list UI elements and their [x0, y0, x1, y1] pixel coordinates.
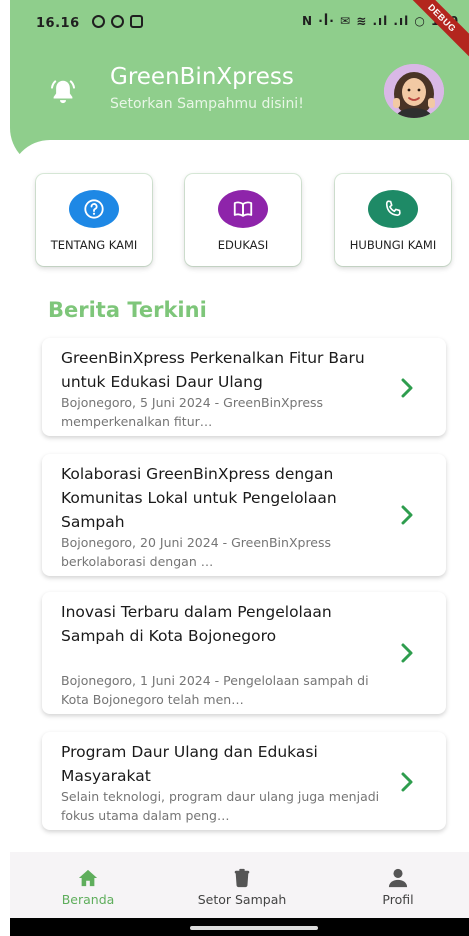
system-gesture-bar [10, 918, 469, 936]
menu-icon-bg [218, 190, 268, 228]
menu-label: EDUKASI [217, 238, 269, 252]
menu-label: TENTANG KAMI [50, 238, 138, 252]
nav-item-profil[interactable]: Profil [338, 868, 458, 907]
nav-item-setor-sampah[interactable]: Setor Sampah [182, 868, 302, 907]
news-card[interactable]: Inovasi Terbaru dalam Pengelolaan Sampah… [42, 592, 446, 714]
news-title: Program Daur Ulang dan Edukasi Masyaraka… [61, 743, 318, 785]
news-title: GreenBinXpress Perkenalkan Fitur Baru un… [61, 349, 365, 391]
section-title: Berita Terkini [48, 298, 207, 322]
app-subtitle: Setorkan Sampahmu disini! [110, 96, 304, 112]
menu-hubungi-kami[interactable]: HUBUNGI KAMI [335, 174, 451, 266]
news-card[interactable]: Program Daur Ulang dan Edukasi Masyaraka… [42, 732, 446, 830]
menu-tentang-kami[interactable]: TENTANG KAMI [36, 174, 152, 266]
avatar-image [384, 64, 444, 118]
menu-label: HUBUNGI KAMI [349, 238, 437, 252]
trash-icon [234, 868, 250, 888]
question-icon [84, 199, 104, 219]
nav-label: Profil [382, 892, 414, 907]
person-icon [388, 868, 408, 888]
home-icon [78, 869, 98, 887]
avatar[interactable] [384, 64, 444, 118]
home-gesture-handle[interactable] [190, 926, 318, 930]
news-card[interactable]: Kolaborasi GreenBinXpress dengan Komunit… [42, 454, 446, 576]
news-snippet: Selain teknologi, program daur ulang jug… [61, 789, 380, 823]
bottom-navigation: Beranda Setor Sampah Profil [10, 852, 469, 918]
news-card[interactable]: GreenBinXpress Perkenalkan Fitur Baru un… [42, 338, 446, 436]
chevron-right-icon [401, 378, 413, 398]
status-bar: 16.16 N ·ꟾ· ✉ ≋ .ıl .ıl ○ 100 [10, 0, 469, 44]
notification-icon [130, 15, 143, 28]
notification-icon [111, 15, 124, 28]
status-time: 16.16 [36, 16, 80, 31]
menu-edukasi[interactable]: EDUKASI [185, 174, 301, 266]
menu-icon-bg [69, 190, 119, 228]
phone-icon [385, 200, 401, 216]
news-snippet: Bojonegoro, 5 Juni 2024 - GreenBinXpress… [61, 395, 324, 429]
app-title: GreenBinXpress [110, 64, 294, 90]
menu-icon-bg [368, 190, 418, 228]
news-snippet: Bojonegoro, 1 Juni 2024 - Pengelolaan sa… [61, 673, 369, 707]
notification-bell-button[interactable] [48, 77, 78, 107]
news-title: Inovasi Terbaru dalam Pengelolaan Sampah… [61, 603, 332, 645]
news-snippet: Bojonegoro, 20 Juni 2024 - GreenBinXpres… [61, 535, 332, 569]
nav-item-beranda[interactable]: Beranda [28, 868, 148, 907]
book-icon [233, 201, 253, 217]
notification-icons [92, 15, 143, 28]
notification-icon [92, 15, 105, 28]
bell-icon [51, 80, 75, 104]
chevron-right-icon [401, 772, 413, 792]
nav-label: Beranda [61, 892, 115, 907]
news-title: Kolaborasi GreenBinXpress dengan Komunit… [61, 465, 337, 531]
nav-label: Setor Sampah [197, 892, 287, 907]
chevron-right-icon [401, 505, 413, 525]
chevron-right-icon [401, 643, 413, 663]
